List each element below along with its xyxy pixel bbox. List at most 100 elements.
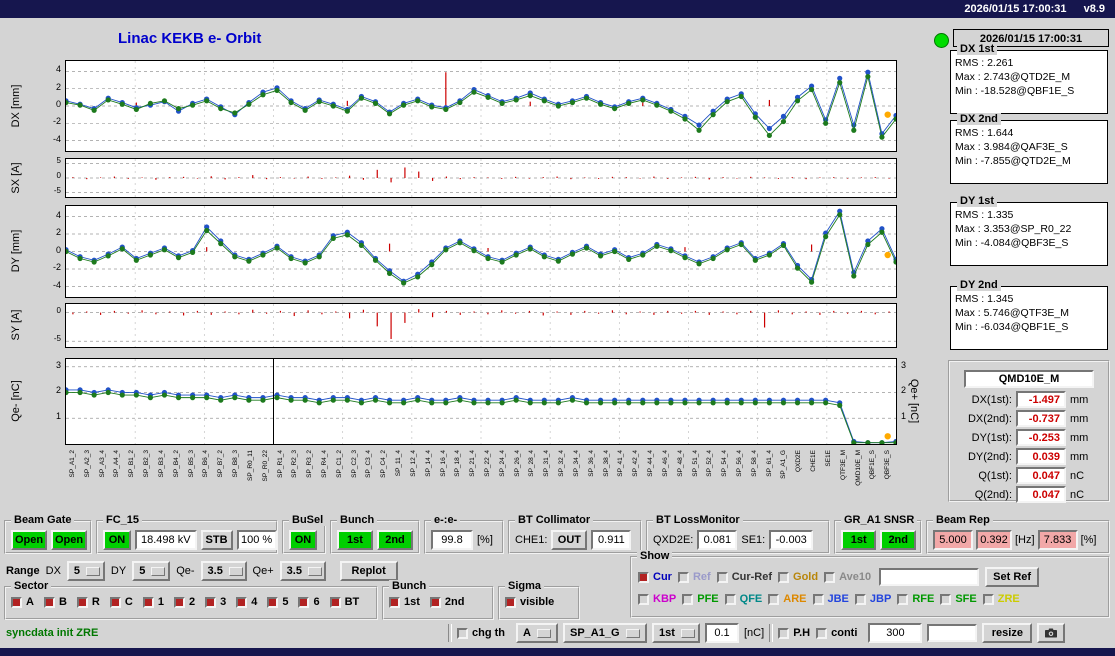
fc15-kv-field[interactable]: 18.498 kV <box>135 530 197 550</box>
resize-button[interactable]: resize <box>982 623 1033 643</box>
checkbox-qfe[interactable]: QFE <box>724 593 762 605</box>
range-dx-select[interactable]: 5 <box>66 561 105 581</box>
ee-ratio-field[interactable]: 99.8 <box>431 530 473 550</box>
ee-unit-label: [%] <box>477 534 493 546</box>
gr-2nd-button[interactable]: 2nd <box>880 530 916 550</box>
checkbox-b[interactable]: B <box>43 596 67 608</box>
bpm-row-value: 0.047 <box>1016 467 1066 484</box>
threshold-field[interactable]: 0.1 <box>705 623 739 643</box>
max-value: Max : 2.743@QTD2E_M <box>955 71 1071 83</box>
bunch-1st-select[interactable]: 1st <box>652 623 700 643</box>
extra-input[interactable] <box>927 624 978 642</box>
y-tick-label: 0 <box>55 99 61 109</box>
checkbox-2[interactable]: 2 <box>173 596 195 608</box>
checkbox-bt[interactable]: BT <box>329 596 359 608</box>
checkbox-p-h[interactable]: P.H <box>778 627 810 639</box>
bpm-tick-label: SP_C1_2 <box>335 450 343 478</box>
checkbox-1[interactable]: 1 <box>142 596 164 608</box>
replot-button[interactable]: Replot <box>339 561 398 581</box>
checkbox-jbp[interactable]: JBP <box>854 593 891 605</box>
se1-field[interactable]: -0.003 <box>769 530 814 550</box>
checkbox-pfe[interactable]: PFE <box>682 593 719 605</box>
checkbox-box-icon <box>267 596 279 608</box>
rms-value: RMS : 2.261 <box>955 57 1014 69</box>
bpm-tick-label: SP_C2_3 <box>350 450 358 478</box>
dropdown-indicator-icon <box>86 566 101 576</box>
checkbox-r[interactable]: R <box>76 596 100 608</box>
checkbox-jbe[interactable]: JBE <box>812 593 849 605</box>
range-qem-select[interactable]: 3.5 <box>200 561 247 581</box>
checkbox-are[interactable]: ARE <box>768 593 807 605</box>
y-tick-label: -2 <box>52 116 61 127</box>
checkbox-4[interactable]: 4 <box>236 596 257 608</box>
gr-a1-snsr-group: GR_A1 SNSR 1st 2nd <box>834 514 922 554</box>
checkbox-ave10[interactable]: Ave10 <box>824 571 871 583</box>
checkbox-3[interactable]: 3 <box>205 596 226 608</box>
sx-steering-plot[interactable] <box>65 158 897 198</box>
checkbox-box-icon <box>897 593 909 605</box>
checkbox-c[interactable]: C <box>109 596 133 608</box>
group-title: Bunch <box>337 514 378 526</box>
checkbox-label: visible <box>520 596 555 608</box>
bpm-monitor-box: QMD10E_M DX(1st): -1.497 mm DX(2nd): -0.737 m… <box>948 360 1110 503</box>
bpm-tick-label: SP_12_4 <box>409 450 417 477</box>
checkbox-a[interactable]: A <box>11 596 34 608</box>
bpm-tick-label: QBF3E_S <box>884 450 892 480</box>
qxd2e-field[interactable]: 0.081 <box>697 530 738 550</box>
fc15-percent-field[interactable]: 100 % <box>236 530 277 550</box>
bpm-tick-label: SP_B1_2 <box>128 450 136 478</box>
checkbox-1st[interactable]: 1st <box>389 596 420 608</box>
bunch-2nd-button[interactable]: 2nd <box>377 530 413 550</box>
collimator-value-field[interactable]: 0.911 <box>591 530 632 550</box>
group-title: Sector <box>11 580 52 592</box>
checkbox-conti[interactable]: conti <box>816 627 857 639</box>
bpm-tick-label: SP_C3_4 <box>365 450 373 478</box>
dy-orbit-plot[interactable] <box>63 205 899 298</box>
checkbox-box-icon <box>638 593 649 605</box>
che1-out-button[interactable]: OUT <box>551 530 588 550</box>
checkbox-2nd[interactable]: 2nd <box>429 596 465 608</box>
dropdown-indicator-icon <box>626 628 640 638</box>
ref-name-input[interactable] <box>879 568 980 586</box>
dx-orbit-plot[interactable] <box>63 60 899 152</box>
range-label: Range <box>6 565 40 577</box>
checkbox-gold[interactable]: Gold <box>778 571 818 583</box>
fc15-on-button[interactable]: ON <box>103 530 131 550</box>
checkbox-visible[interactable]: visible <box>505 596 554 608</box>
bunch-1st-button[interactable]: 1st <box>337 530 373 550</box>
max-value: Max : 3.353@SP_R0_22 <box>955 223 1072 235</box>
checkbox-chg-th[interactable]: chg th <box>457 627 505 639</box>
chg-th-checklist: chg th <box>457 627 511 639</box>
checkbox-cur-ref[interactable]: Cur-Ref <box>716 571 772 583</box>
busel-on-button[interactable]: ON <box>289 530 317 550</box>
fc15-stb-button[interactable]: STB <box>200 530 233 550</box>
checkbox-zre[interactable]: ZRE <box>982 593 1020 605</box>
bpm-tick-label: SP_56_4 <box>735 450 743 477</box>
min-value: Min : -6.034@QBF1E_S <box>955 321 1069 333</box>
beam-rep-field-1[interactable]: 5.000 <box>933 530 973 550</box>
checkbox-label: 2nd <box>444 596 465 608</box>
checkbox-ref[interactable]: Ref <box>677 571 711 583</box>
sy-steering-plot[interactable] <box>65 303 897 348</box>
beam-gate-open-button-1[interactable]: Open <box>11 530 47 550</box>
screenshot-button[interactable] <box>1037 623 1066 643</box>
beam-rep-field-2[interactable]: 0.392 <box>976 530 1012 550</box>
checkbox-sfe[interactable]: SFE <box>940 593 977 605</box>
checkbox-5[interactable]: 5 <box>267 596 288 608</box>
interval-field[interactable]: 300 <box>868 623 923 643</box>
checkbox-6[interactable]: 6 <box>298 596 320 608</box>
checkbox-label: JBE <box>827 593 849 605</box>
gr-1st-button[interactable]: 1st <box>841 530 877 550</box>
checkbox-kbp[interactable]: KBP <box>638 593 676 605</box>
charge-plot[interactable] <box>63 358 899 446</box>
set-ref-button[interactable]: Set Ref <box>985 567 1040 587</box>
beam-rep-field-3[interactable]: 7.833 <box>1037 530 1078 550</box>
channel-a-select[interactable]: A <box>516 623 558 643</box>
bpm-select[interactable]: SP_A1_G <box>563 623 647 643</box>
bpm-tick-label: SP_A3_4 <box>98 450 106 478</box>
range-qep-select[interactable]: 3.5 <box>279 561 326 581</box>
checkbox-rfe[interactable]: RFE <box>897 593 934 605</box>
checkbox-cur[interactable]: Cur <box>638 571 672 583</box>
beam-gate-open-button-2[interactable]: Open <box>51 530 87 550</box>
range-dy-select[interactable]: 5 <box>132 561 171 581</box>
